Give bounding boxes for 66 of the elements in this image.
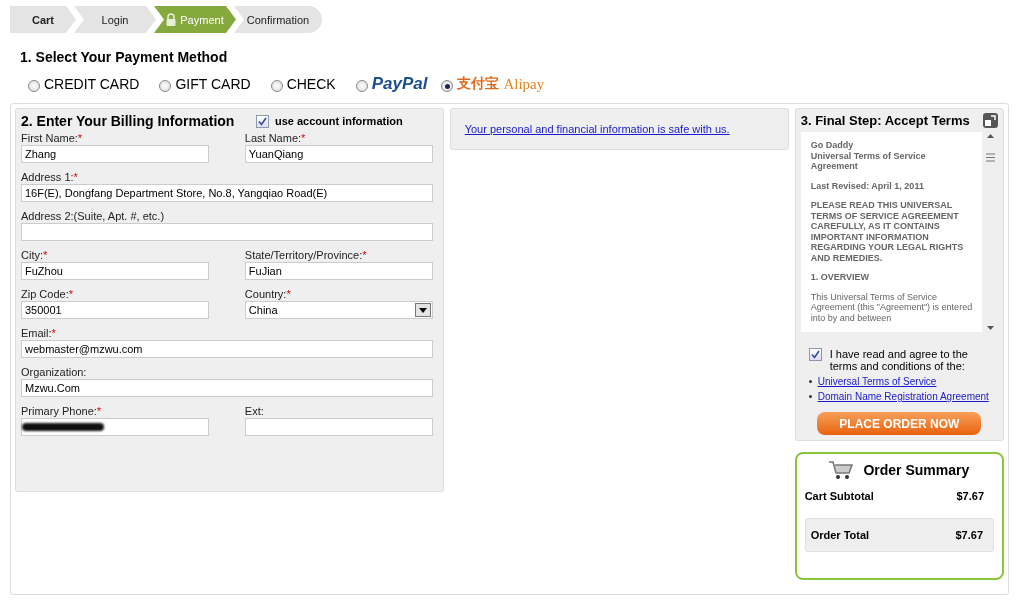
expand-icon[interactable]: [983, 113, 998, 128]
paypal-logo: PayPal: [371, 74, 428, 94]
shopping-cart-icon: [829, 460, 854, 480]
radio-button[interactable]: [441, 80, 454, 92]
terms-paragraph: PLEASE READ THIS UNIVERSAL TERMS OF SERVICE AGREEMENT CAREFULLY, AS IT CONTAINS IMPORTANT INFORMATION REGARDING YOUR LEGAL RIGHTS AND REMEDIES.: [810, 200, 965, 263]
radio-button[interactable]: [270, 80, 283, 92]
field-label: Country:*: [244, 288, 292, 301]
field-label: Organization:: [21, 366, 88, 379]
alipay-wordmark: Alipay: [503, 75, 545, 93]
progress-step: Cart: [10, 6, 76, 33]
summary-label: Order Total: [810, 529, 870, 541]
text-field[interactable]: [21, 418, 209, 436]
text-field[interactable]: webmaster@mzwu.com: [21, 340, 433, 358]
dropdown-arrow-icon: [418, 307, 427, 313]
field-label: Address 2:(Suite, Apt. #, etc.): [21, 210, 166, 223]
field-label: Last Name:*: [244, 132, 307, 145]
terms-paragraph: Last Revised: April 1, 2011: [810, 180, 925, 191]
text-field[interactable]: FuZhou: [21, 262, 209, 280]
text-field[interactable]: Mzwu.Com: [21, 379, 433, 397]
field-label: Primary Phone:*: [21, 405, 103, 418]
terms-link[interactable]: Universal Terms of Service: [817, 376, 937, 387]
checkbox-label: use account information: [274, 115, 403, 127]
summary-label: Cart Subtotal: [804, 490, 874, 502]
field-label: City:*: [21, 249, 49, 262]
text-field[interactable]: 16F(E), Dongfang Department Store, No.8, Yangqiao Road(E): [21, 184, 433, 202]
summary-amount: $7.67: [955, 529, 983, 541]
checkbox-label: I have read and agree to the terms and conditions of the:: [829, 348, 969, 372]
terms-paragraph: 1. OVERVIEW: [810, 272, 871, 283]
text-field[interactable]: 350001: [21, 301, 209, 319]
field-label: Ext:: [244, 405, 265, 418]
field-label: Zip Code:*: [21, 288, 74, 301]
radio-button[interactable]: [28, 80, 40, 92]
text-field[interactable]: [21, 223, 433, 241]
section-title: 1. Select Your Payment Method: [20, 49, 229, 65]
text-field[interactable]: FuJian: [244, 262, 433, 280]
method-label: CHECK: [286, 76, 336, 92]
method-label: GIFT CARD: [175, 76, 251, 92]
security-link[interactable]: Your personal and financial information is safe with us.: [464, 123, 730, 135]
scroll-grip-icon[interactable]: [984, 152, 996, 162]
padlock-icon: [166, 13, 177, 26]
summary-title: Order Summary: [863, 462, 970, 478]
progress-step: Login: [74, 6, 156, 33]
checkbox[interactable]: [808, 348, 822, 361]
progress-step: Payment: [154, 6, 236, 33]
section-title: 3. Final Step: Accept Terms: [800, 113, 970, 128]
terms-link[interactable]: Domain Name Registration Agreement: [817, 391, 989, 402]
radio-button[interactable]: [159, 80, 172, 92]
summary-amount: $7.67: [956, 490, 984, 502]
section-title: 2. Enter Your Billing Information: [21, 113, 235, 129]
text-field[interactable]: [244, 418, 433, 436]
field-label: State/Territory/Province:*: [244, 249, 368, 262]
country-select[interactable]: China: [244, 301, 433, 319]
terms-paragraph: Go Daddy Universal Terms of Service Agreement: [810, 140, 927, 172]
text-field[interactable]: Zhang: [21, 145, 209, 163]
scroll-down-icon[interactable]: [986, 326, 994, 330]
method-label: CREDIT CARD: [44, 76, 140, 92]
progress-step: Confirmation: [234, 6, 322, 33]
terms-paragraph: This Universal Terms of Service Agreement (this "Agreement") is entered into by and between: [810, 291, 974, 323]
alipay-logo: 支付宝: [457, 75, 500, 93]
field-label: Address 1:*: [21, 171, 79, 184]
field-label: Email:*: [21, 327, 57, 340]
text-field[interactable]: YuanQiang: [244, 145, 433, 163]
scroll-up-icon[interactable]: [986, 134, 994, 138]
checkbox[interactable]: [255, 114, 269, 128]
radio-button[interactable]: [355, 80, 368, 92]
field-label: First Name:*: [21, 132, 84, 145]
